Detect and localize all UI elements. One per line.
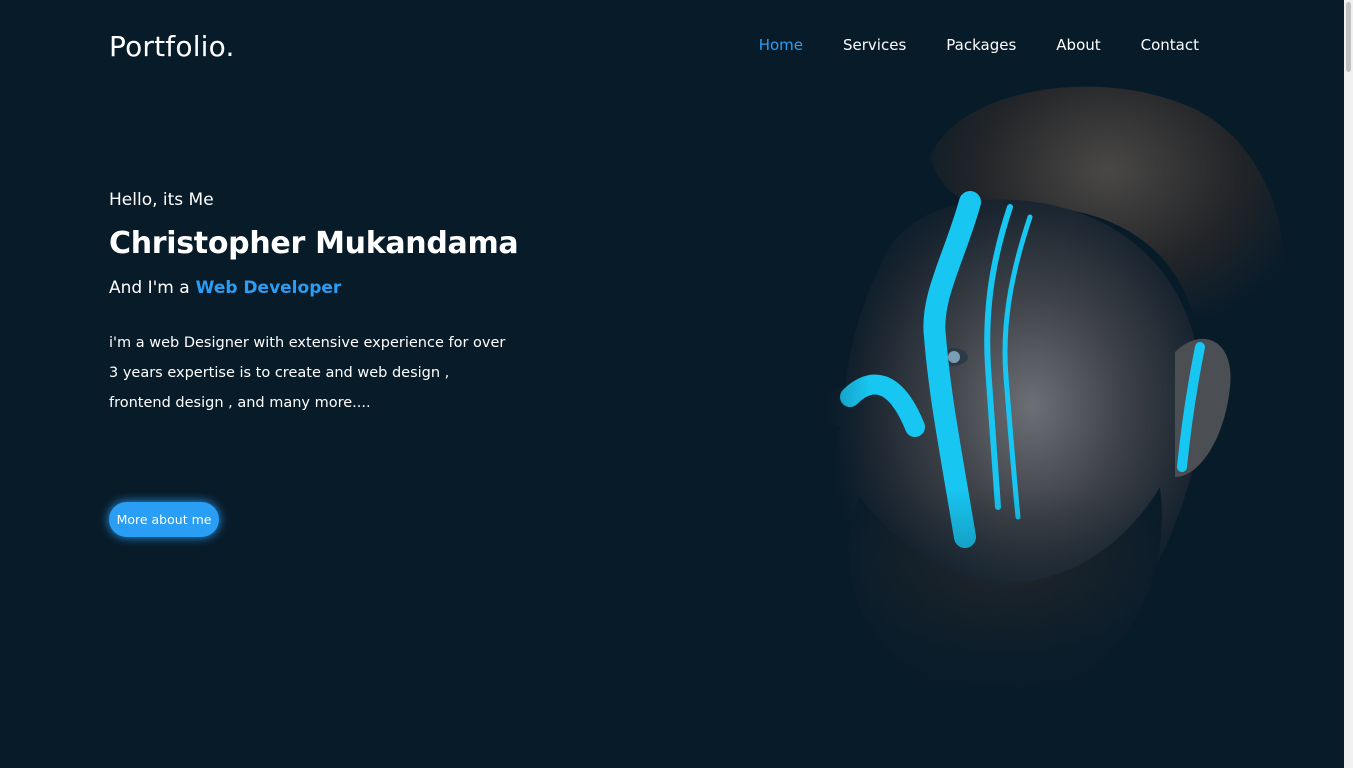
hero-role: And I'm a Web Developer: [109, 276, 529, 300]
page: Portfolio. Home Services Packages About …: [0, 0, 1353, 768]
hero-role-highlight: Web Developer: [195, 278, 342, 298]
nav-link-packages[interactable]: Packages: [946, 36, 1016, 54]
hero-text-block: Hello, its Me Christopher Mukandama And …: [109, 188, 529, 418]
scrollbar-thumb[interactable]: [1346, 2, 1351, 72]
nav-link-about[interactable]: About: [1056, 36, 1100, 54]
hero-role-prefix: And I'm a: [109, 278, 190, 298]
main-nav: Home Services Packages About Contact: [719, 36, 1199, 54]
nav-link-contact[interactable]: Contact: [1141, 36, 1199, 54]
hero-portrait-image: [720, 67, 1320, 768]
hero-name: Christopher Mukandama: [109, 226, 519, 261]
page-scrollbar[interactable]: [1344, 0, 1353, 768]
nav-link-home[interactable]: Home: [759, 36, 803, 54]
logo[interactable]: Portfolio.: [109, 30, 235, 63]
hero-description: i'm a web Designer with extensive experi…: [109, 335, 506, 411]
nav-link-services[interactable]: Services: [843, 36, 906, 54]
hero-greeting: Hello, its Me: [109, 190, 214, 210]
more-about-me-button[interactable]: More about me: [109, 502, 219, 537]
